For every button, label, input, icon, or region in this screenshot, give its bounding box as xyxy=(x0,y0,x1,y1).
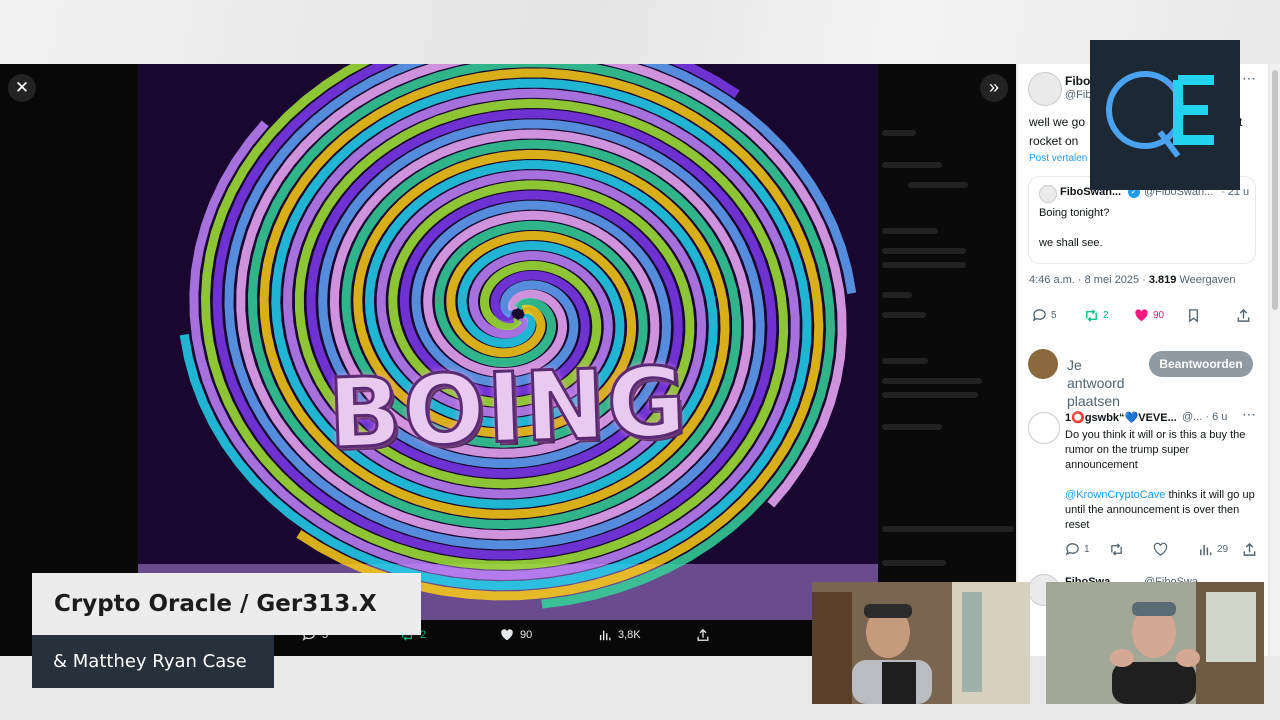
webcam-guest-graphic xyxy=(1046,582,1264,704)
views-button[interactable]: 3,8K xyxy=(598,628,641,642)
share-icon xyxy=(1243,542,1256,556)
reply-submit-button[interactable]: Beantwoorden xyxy=(1149,351,1253,377)
bookmark-icon xyxy=(1189,309,1198,323)
media-viewer: BOING ✕ » 5 2 90 3,8K xyxy=(0,64,1016,656)
reply-action-bar: 1 29 xyxy=(1018,542,1268,560)
like-button[interactable]: 90 xyxy=(1134,308,1164,323)
reply-button[interactable]: 5 xyxy=(1032,308,1057,323)
retweet-icon xyxy=(1086,309,1097,322)
reply-input[interactable]: Je antwoord plaatsen xyxy=(1067,356,1125,410)
reply-text: Do you think it will or is this a buy th… xyxy=(1065,429,1246,471)
tweet-text-line2: rocket on xyxy=(1029,134,1079,148)
scrollbar-thumb[interactable] xyxy=(1272,70,1278,310)
tweet-action-bar: 5 2 90 xyxy=(1018,308,1268,330)
reply-text-2: @KrownCryptoCave thinks it will go up un… xyxy=(1065,489,1255,531)
webcam-guest-feed xyxy=(1046,582,1264,704)
tweet-timestamp[interactable]: 4:46 a.m. · 8 mei 2025 · xyxy=(1029,274,1146,286)
share-icon xyxy=(697,628,709,641)
view-count: 3,8K xyxy=(618,629,641,641)
heart-icon xyxy=(501,629,513,641)
chevrons-right-icon[interactable]: » xyxy=(980,74,1008,102)
qe-logo xyxy=(1090,40,1240,190)
comment-icon xyxy=(1032,309,1046,322)
tweet-text-line1: well we go xyxy=(1029,115,1086,129)
heart-icon xyxy=(1153,542,1168,556)
views-icon xyxy=(1200,544,1212,556)
heart-icon xyxy=(1135,309,1148,322)
webcam-host-graphic xyxy=(812,582,1030,704)
reply-count: 5 xyxy=(1051,310,1057,321)
comment-icon xyxy=(1065,543,1079,556)
more-options-icon[interactable]: ⋯ xyxy=(1242,70,1256,87)
quote-text-line1: Boing tonight? xyxy=(1039,207,1110,219)
quote-author-avatar xyxy=(1039,185,1057,203)
views-icon xyxy=(599,630,611,641)
panel-scrollbar[interactable] xyxy=(1270,64,1280,656)
mention-link[interactable]: @KrownCryptoCave xyxy=(1065,489,1165,501)
tweet-image[interactable]: BOING xyxy=(138,64,878,620)
like-button[interactable]: 90 xyxy=(500,628,532,642)
current-user-avatar xyxy=(1028,349,1058,379)
like-count: 90 xyxy=(1153,310,1165,321)
reply-author-name[interactable]: 1⭕gswbk“💙VEVE... xyxy=(1065,411,1177,424)
webcam-host-feed xyxy=(812,582,1030,704)
qe-logo-graphic xyxy=(1106,71,1214,158)
views-label: Weergaven xyxy=(1179,274,1236,286)
reply-author-meta: @... · 6 u xyxy=(1182,411,1228,423)
reply-like-button[interactable] xyxy=(1153,542,1168,557)
reply-comment-button[interactable]: 1 xyxy=(1065,542,1090,557)
views-count: 3.819 xyxy=(1148,274,1177,286)
translate-link[interactable]: Post vertalen xyxy=(1029,153,1087,164)
retweet-icon xyxy=(1111,543,1122,556)
author-avatar[interactable] xyxy=(1028,72,1062,106)
bookmark-button[interactable] xyxy=(1186,308,1201,323)
like-count: 90 xyxy=(520,629,533,641)
reply-views-button[interactable]: 29 xyxy=(1198,542,1228,557)
author-name[interactable]: Fibo xyxy=(1065,74,1090,88)
retweet-count: 2 xyxy=(1103,310,1109,321)
reply-share-button[interactable] xyxy=(1242,542,1257,557)
reply-more-options-icon[interactable]: ⋯ xyxy=(1242,406,1256,423)
page-background-top xyxy=(0,0,1280,64)
share-button[interactable] xyxy=(696,628,710,642)
lower-third-title: Crypto Oracle / Ger313.X xyxy=(32,573,421,635)
close-icon[interactable]: ✕ xyxy=(8,74,36,102)
reply-author-avatar[interactable] xyxy=(1028,412,1060,444)
share-button[interactable] xyxy=(1236,308,1251,323)
share-icon xyxy=(1237,308,1250,322)
reply-retweet-button[interactable] xyxy=(1109,542,1124,557)
quote-text-line2: we shall see. xyxy=(1039,237,1103,249)
tweet-meta: 4:46 a.m. · 8 mei 2025 · 3.819 Weergaven xyxy=(1029,274,1236,286)
author-handle[interactable]: @Fib xyxy=(1065,89,1091,101)
blurred-timeline-behind xyxy=(878,64,1016,584)
retweet-button[interactable]: 2 xyxy=(1084,308,1109,323)
lower-third-subtitle: & Matthey Ryan Case xyxy=(32,635,274,688)
